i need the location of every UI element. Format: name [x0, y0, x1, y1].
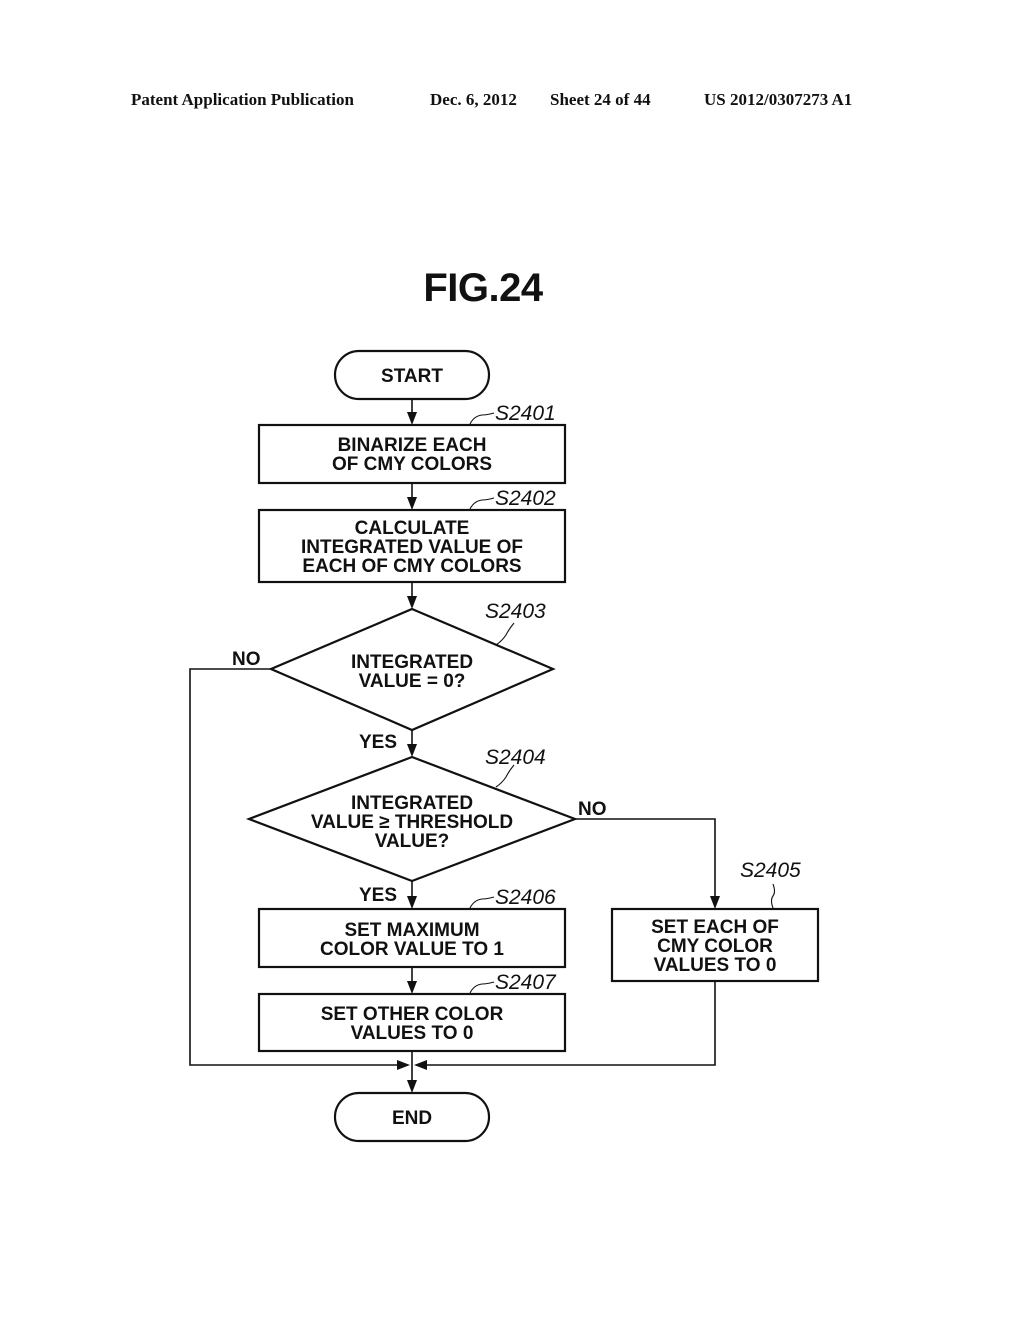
s2404-yes-label: YES: [359, 885, 397, 906]
s2406-line-1: SET MAXIMUM: [344, 920, 479, 941]
s2405-leader: [770, 883, 776, 909]
s2405-line-1: SET EACH OF: [651, 917, 779, 938]
connector-s2404-no: [575, 818, 716, 900]
arrowhead: [407, 1080, 417, 1093]
s2407-step-id: S2407: [495, 971, 557, 994]
s2403-line-1: INTEGRATED: [351, 652, 473, 673]
s2402-leader: [469, 497, 495, 510]
s2401-leader: [469, 412, 495, 425]
start-label: START: [381, 366, 443, 387]
s2404-line-1: INTEGRATED: [351, 793, 473, 814]
s2403-yes-label: YES: [359, 732, 397, 753]
s2407-line-1: SET OTHER COLOR: [321, 1004, 504, 1025]
s2405-line-2: CMY COLOR: [657, 936, 773, 957]
arrowhead: [710, 896, 720, 909]
s2406-line-2: COLOR VALUE TO 1: [320, 939, 504, 960]
s2404-no-label: NO: [578, 799, 607, 820]
arrowhead: [407, 412, 417, 425]
arrowhead: [407, 497, 417, 510]
decision-s2404: INTEGRATED VALUE ≥ THRESHOLD VALUE? S240…: [245, 746, 579, 883]
start-terminal: START: [333, 349, 491, 401]
arrowhead: [414, 1060, 427, 1070]
s2406-leader: [469, 896, 495, 909]
s2406-step-id: S2406: [495, 886, 556, 909]
s2404-step-id: S2404: [485, 746, 546, 769]
s2407-line-2: VALUES TO 0: [351, 1023, 474, 1044]
s2404-line-2: VALUE ≥ THRESHOLD: [311, 812, 513, 833]
s2401-line-2: OF CMY COLORS: [332, 454, 492, 475]
end-terminal: END: [333, 1091, 491, 1143]
arrowhead: [407, 981, 417, 994]
arrowhead: [407, 744, 417, 757]
s2402-line-1: CALCULATE: [355, 518, 470, 539]
s2405-step-id: S2405: [740, 859, 801, 882]
flowchart: START BINARIZE EACH OF CMY COLORS S2401 …: [189, 349, 820, 1143]
s2404-line-3: VALUE?: [375, 831, 450, 852]
decision-s2403: INTEGRATED VALUE = 0? S2403: [268, 600, 556, 732]
s2402-line-2: INTEGRATED VALUE OF: [301, 537, 523, 558]
s2401-line-1: BINARIZE EACH: [338, 435, 487, 456]
s2403-step-id: S2403: [485, 600, 546, 623]
s2405-line-3: VALUES TO 0: [654, 955, 777, 976]
end-label: END: [392, 1108, 432, 1129]
arrowhead: [397, 1060, 410, 1070]
arrowhead: [407, 596, 417, 609]
s2403-no-label: NO: [232, 649, 261, 670]
s2401-step-id: S2401: [495, 402, 556, 425]
s2402-line-3: EACH OF CMY COLORS: [302, 556, 521, 577]
s2407-leader: [469, 981, 495, 994]
s2403-leader: [495, 622, 515, 646]
arrowhead: [407, 896, 417, 909]
s2402-step-id: S2402: [495, 487, 556, 510]
s2403-line-2: VALUE = 0?: [359, 671, 466, 692]
